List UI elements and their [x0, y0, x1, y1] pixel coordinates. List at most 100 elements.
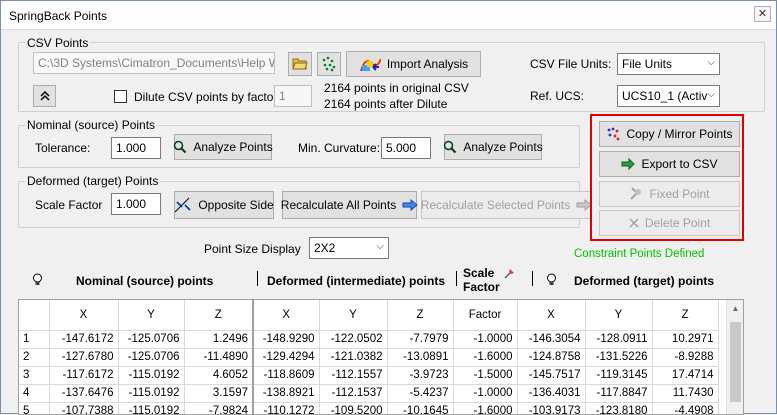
table-cell[interactable]: 11.7430: [652, 384, 719, 403]
table-cell[interactable]: -1.6000: [453, 348, 518, 367]
table-cell[interactable]: -129.4294: [253, 348, 320, 367]
table-cell[interactable]: -109.5200: [319, 402, 388, 414]
table-cell[interactable]: -8.9288: [652, 348, 719, 367]
tolerance-field[interactable]: 1.000: [111, 137, 161, 159]
export-csv-button[interactable]: Export to CSV: [599, 151, 740, 177]
nominal-visibility-icon[interactable]: [32, 273, 43, 287]
table-cell[interactable]: -131.5226: [585, 348, 653, 367]
collapse-button[interactable]: [33, 85, 56, 107]
column-header[interactable]: X: [253, 300, 320, 331]
table-cell[interactable]: 10.2971: [652, 330, 719, 349]
table-cell[interactable]: 1.2496: [184, 330, 254, 349]
scale-factor-field[interactable]: 1.000: [111, 193, 161, 215]
table-cell[interactable]: -3.9723: [387, 366, 454, 385]
scroll-thumb[interactable]: [730, 322, 741, 402]
table-cell[interactable]: -136.4031: [517, 384, 586, 403]
table-cell[interactable]: 3.1597: [184, 384, 254, 403]
table-cell[interactable]: -117.6172: [49, 366, 119, 385]
table-cell[interactable]: 4: [19, 384, 50, 403]
column-header[interactable]: Y: [319, 300, 388, 331]
recalculate-all-button[interactable]: Recalculate All Points: [281, 191, 418, 219]
table-row[interactable]: 5 -107.7388 -115.0192 -7.9824 -110.1272 …: [19, 402, 719, 414]
column-header[interactable]: Z: [184, 300, 254, 331]
points-table[interactable]: X Y Z X Y Z Factor X Y Z 1 -147.6172 -12…: [18, 299, 744, 415]
table-cell[interactable]: 4.6052: [184, 366, 254, 385]
column-header[interactable]: Factor: [453, 300, 518, 331]
units-select[interactable]: File Units ⌵: [617, 53, 720, 75]
recalculate-selected-button[interactable]: Recalculate Selected Points: [421, 191, 592, 219]
table-cell[interactable]: -121.0382: [319, 348, 388, 367]
column-header[interactable]: Z: [652, 300, 719, 331]
analyze-points-button[interactable]: Analyze Points: [174, 134, 273, 160]
table-row[interactable]: 4 -137.6476 -115.0192 3.1597 -138.8921 -…: [19, 384, 719, 403]
curvature-field[interactable]: 5.000: [381, 137, 431, 159]
table-cell[interactable]: 5: [19, 402, 50, 414]
csv-path-field[interactable]: C:\3D Systems\Cimatron_Documents\Help Wo…: [33, 52, 275, 74]
table-cell[interactable]: -115.0192: [118, 384, 185, 403]
table-cell[interactable]: -124.8758: [517, 348, 586, 367]
table-cell[interactable]: -107.7388: [49, 402, 119, 414]
table-cell[interactable]: -123.8180: [585, 402, 653, 414]
table-cell[interactable]: -118.8609: [253, 366, 320, 385]
table-cell[interactable]: -148.9290: [253, 330, 320, 349]
table-cell[interactable]: 1: [19, 330, 50, 349]
table-cell[interactable]: -115.0192: [118, 402, 185, 414]
table-cell[interactable]: -10.1645: [387, 402, 454, 414]
table-cell[interactable]: -1.6000: [453, 402, 518, 414]
import-analysis-button[interactable]: Import Analysis: [346, 51, 481, 77]
table-cell[interactable]: -11.4890: [184, 348, 254, 367]
fixed-point-button[interactable]: Fixed Point: [599, 181, 740, 207]
analyze-curvature-button[interactable]: Analyze Points: [444, 134, 543, 160]
table-cell[interactable]: -146.3054: [517, 330, 586, 349]
table-cell[interactable]: 17.4714: [652, 366, 719, 385]
table-cell[interactable]: -147.6172: [49, 330, 119, 349]
table-cell[interactable]: -110.1272: [253, 402, 320, 414]
scroll-up-icon[interactable]: ▲: [727, 300, 743, 317]
table-cell[interactable]: -122.0502: [319, 330, 388, 349]
table-cell[interactable]: -112.1557: [319, 366, 388, 385]
dilute-checkbox[interactable]: [114, 90, 127, 103]
column-header[interactable]: X: [49, 300, 119, 331]
column-header[interactable]: Y: [118, 300, 185, 331]
table-cell[interactable]: -1.5000: [453, 366, 518, 385]
target-visibility-icon[interactable]: [546, 273, 557, 287]
table-cell[interactable]: -7.9824: [184, 402, 254, 414]
close-button[interactable]: ✕: [754, 6, 771, 22]
point-size-select[interactable]: 2X2 ⌵: [309, 237, 389, 259]
table-cell[interactable]: -127.6780: [49, 348, 119, 367]
table-cell[interactable]: -115.0192: [118, 366, 185, 385]
table-row[interactable]: 2 -127.6780 -125.0706 -11.4890 -129.4294…: [19, 348, 719, 367]
scatter-points-button[interactable]: [317, 52, 341, 76]
table-cell[interactable]: -128.0911: [585, 330, 653, 349]
column-header[interactable]: X: [517, 300, 586, 331]
table-row[interactable]: 3 -117.6172 -115.0192 4.6052 -118.8609 -…: [19, 366, 719, 385]
table-cell[interactable]: -13.0891: [387, 348, 454, 367]
table-cell[interactable]: -4.4908: [652, 402, 719, 414]
vertical-scrollbar[interactable]: ▲: [726, 300, 743, 414]
column-header[interactable]: [19, 300, 50, 331]
column-header[interactable]: Z: [387, 300, 454, 331]
table-cell[interactable]: -7.7979: [387, 330, 454, 349]
table-cell[interactable]: -103.9173: [517, 402, 586, 414]
table-cell[interactable]: -145.7517: [517, 366, 586, 385]
table-cell[interactable]: -137.6476: [49, 384, 119, 403]
table-cell[interactable]: -5.4237: [387, 384, 454, 403]
table-cell[interactable]: 3: [19, 366, 50, 385]
table-cell[interactable]: -119.3145: [585, 366, 653, 385]
table-cell[interactable]: -1.0000: [453, 330, 518, 349]
open-file-button[interactable]: [288, 52, 312, 76]
ucs-select[interactable]: UCS10_1 (Activ ⌵: [617, 85, 720, 107]
copy-mirror-button[interactable]: Copy / Mirror Points: [599, 121, 740, 147]
table-cell[interactable]: -112.1537: [319, 384, 388, 403]
column-header[interactable]: Y: [585, 300, 653, 331]
dilute-factor-field[interactable]: 1: [274, 85, 312, 107]
table-cell[interactable]: -125.0706: [118, 330, 185, 349]
table-cell[interactable]: 2: [19, 348, 50, 367]
table-cell[interactable]: -125.0706: [118, 348, 185, 367]
table-cell[interactable]: -1.0000: [453, 384, 518, 403]
table-row[interactable]: 1 -147.6172 -125.0706 1.2496 -148.9290 -…: [19, 330, 719, 349]
table-cell[interactable]: -117.8847: [585, 384, 653, 403]
opposite-side-button[interactable]: Opposite Side: [174, 191, 274, 219]
delete-point-button[interactable]: Delete Point: [599, 210, 740, 236]
table-cell[interactable]: -138.8921: [253, 384, 320, 403]
